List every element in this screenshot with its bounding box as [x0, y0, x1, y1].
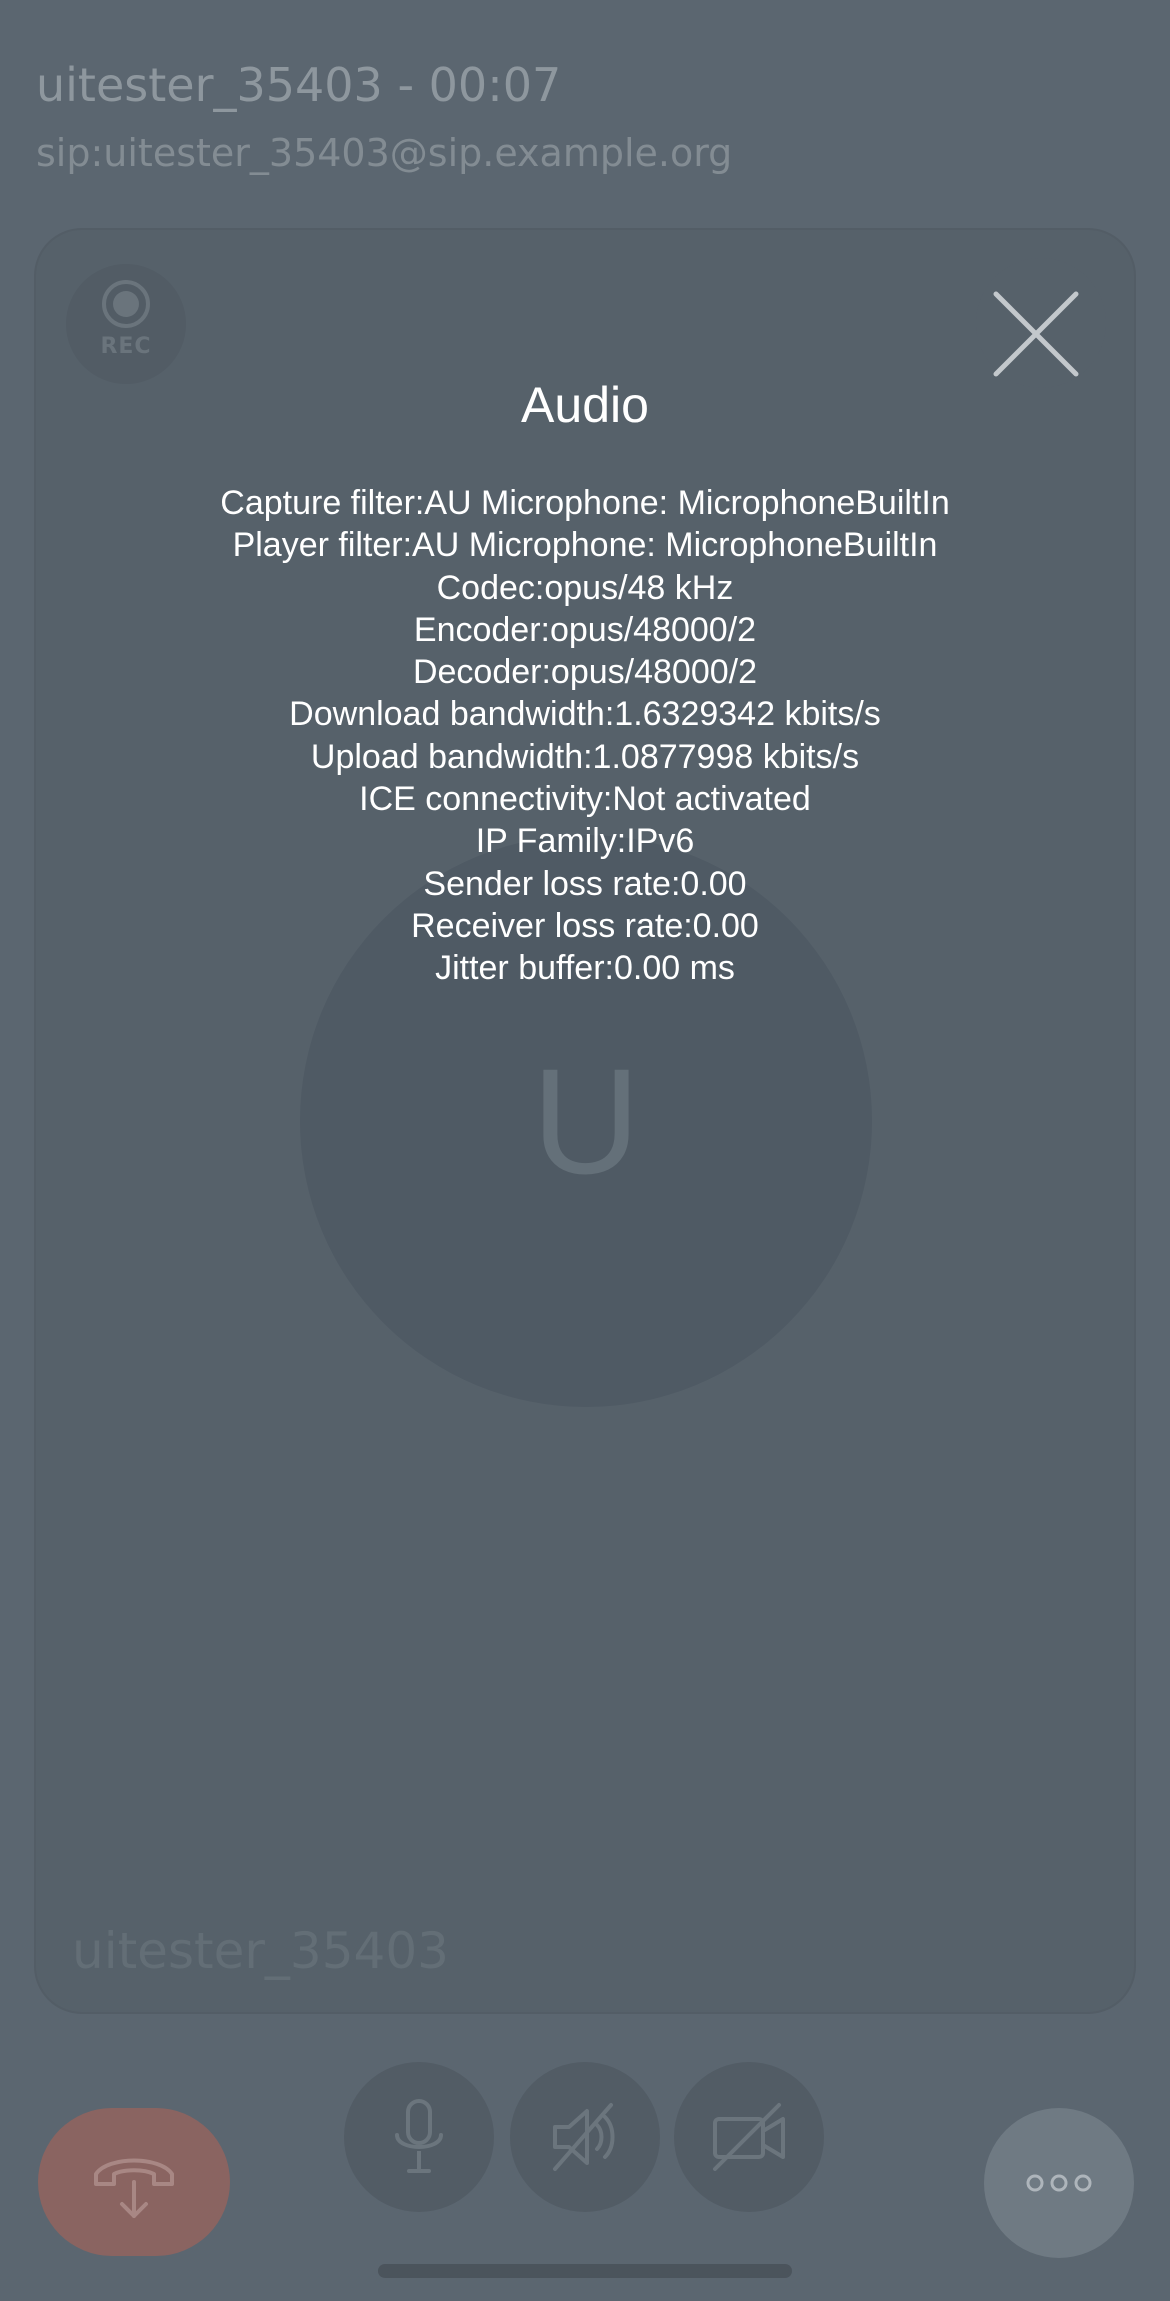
stats-list: Capture filter:AU Microphone: Microphone…	[0, 482, 1170, 990]
stats-line: Sender loss rate:0.00	[423, 864, 747, 903]
stats-line: Capture filter:AU Microphone: Microphone…	[220, 484, 950, 522]
more-options-icon	[1026, 2174, 1092, 2192]
more-options-button[interactable]	[984, 2108, 1134, 2258]
microphone-icon	[395, 2099, 443, 2173]
stats-line: Jitter buffer:0.00 ms	[435, 949, 735, 988]
stats-line: Download bandwidth:1.6329342 kbits/s	[289, 695, 881, 734]
microphone-button[interactable]	[344, 2062, 494, 2212]
stats-line: Receiver loss rate:0.00	[411, 906, 759, 945]
stats-title: Audio	[521, 377, 649, 433]
camera-off-icon	[713, 2103, 785, 2171]
stats-line: Decoder:opus/48000/2	[412, 653, 758, 692]
home-indicator[interactable]	[378, 2264, 792, 2278]
hangup-icon	[94, 2158, 174, 2218]
record-icon	[102, 280, 150, 328]
close-icon[interactable]	[986, 284, 1086, 384]
stats-line: Player filter:AU Microphone: MicrophoneB…	[232, 526, 938, 565]
speaker-muted-icon	[553, 2103, 615, 2171]
call-title: uitester_35403 - 00:07	[36, 58, 562, 112]
remote-display-name: uitester_35403	[72, 1922, 449, 1980]
record-button[interactable]: REC	[66, 264, 186, 384]
sip-address: sip:uitester_35403@sip.example.org	[36, 131, 733, 175]
stats-line: Codec:opus/48 kHz	[436, 568, 734, 607]
record-label: REC	[100, 334, 152, 359]
stats-line: Upload bandwidth:1.0877998 kbits/s	[310, 737, 860, 776]
stats-line: Encoder:opus/48000/2	[413, 610, 757, 649]
stats-line: IP Family:IPv6	[475, 822, 695, 861]
speaker-button[interactable]	[510, 2062, 660, 2212]
stats-line: ICE connectivity:Not activated	[359, 780, 811, 819]
camera-button[interactable]	[674, 2062, 824, 2212]
call-screen: uitester_35403 - 00:07 sip:uitester_3540…	[0, 0, 1170, 2301]
hangup-button[interactable]	[38, 2108, 230, 2256]
